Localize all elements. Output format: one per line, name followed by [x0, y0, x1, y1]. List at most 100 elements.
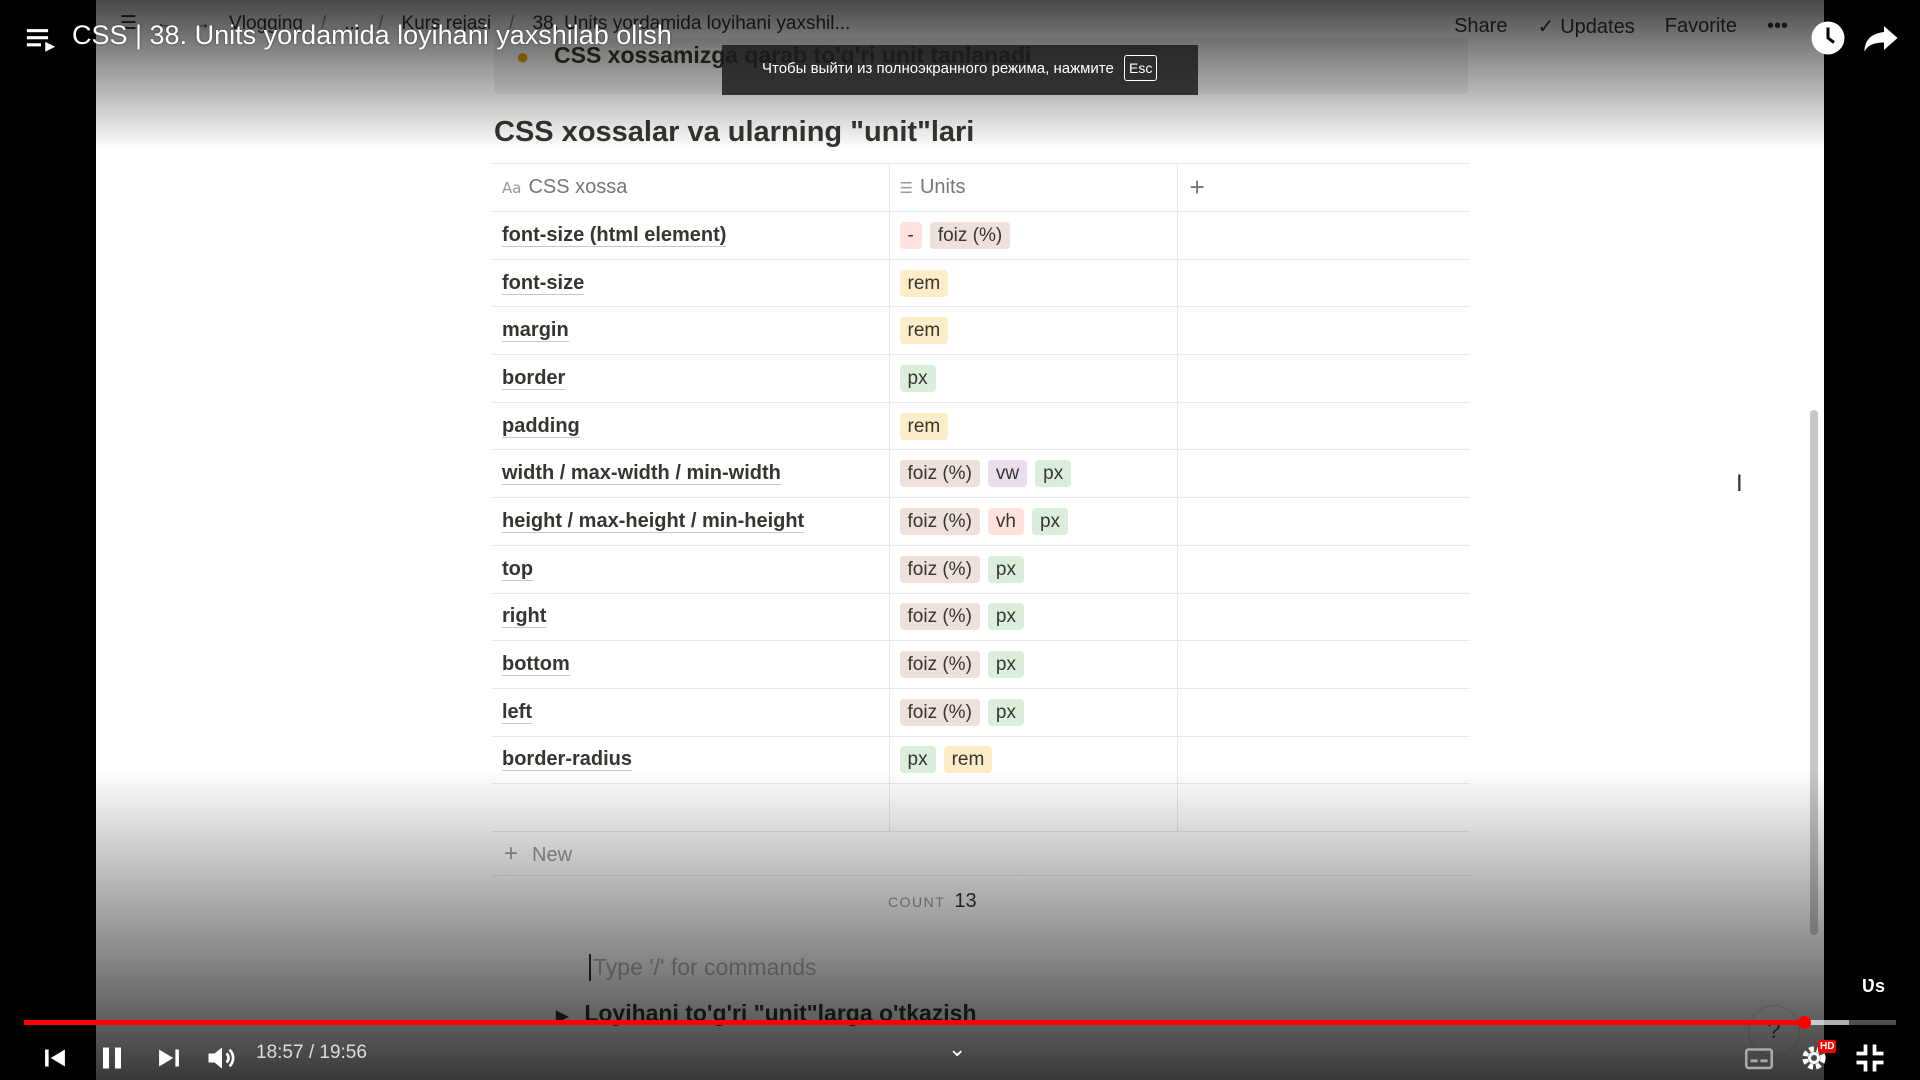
property-name[interactable]: border-radius — [502, 748, 633, 772]
empty-cell[interactable] — [1176, 402, 1470, 451]
property-name[interactable]: padding — [502, 414, 580, 438]
table-row[interactable]: right foiz (%) px — [492, 593, 1470, 642]
table-row[interactable]: font-size (html element) - foiz (%) — [492, 211, 1470, 260]
chevron-down-icon[interactable]: ⌄ — [948, 1036, 966, 1062]
subtitles-button[interactable] — [1742, 1040, 1776, 1076]
video-title[interactable]: CSS | 38. Units yordamida loyihani yaxsh… — [72, 20, 672, 51]
empty-cell[interactable] — [1176, 688, 1470, 737]
channel-watermark-icon[interactable]: Ʋs — [1862, 976, 1885, 997]
volume-button[interactable] — [204, 1040, 240, 1076]
updates-button[interactable]: ✓ Updates — [1537, 14, 1634, 39]
units-cell[interactable]: px rem — [888, 736, 1177, 785]
units-cell[interactable]: foiz (%) px — [888, 688, 1177, 737]
property-name[interactable]: left — [502, 700, 532, 724]
units-cell[interactable]: foiz (%) px — [888, 640, 1177, 689]
unit-tag: vh — [987, 507, 1024, 535]
property-cell[interactable]: font-size (html element) — [492, 211, 889, 260]
property-name[interactable]: height / max-height / min-height — [502, 509, 805, 533]
column-header-css-xossa[interactable]: Aa CSS xossa — [492, 163, 889, 212]
units-cell[interactable]: - foiz (%) — [888, 211, 1177, 260]
units-cell[interactable]: rem — [888, 306, 1177, 356]
column-label: CSS xossa — [528, 176, 628, 198]
next-button[interactable] — [152, 1040, 186, 1076]
unit-tag: px — [987, 651, 1024, 679]
property-cell[interactable]: padding — [492, 402, 889, 451]
volume-icon — [208, 1047, 235, 1069]
units-cell[interactable]: foiz (%) px — [888, 545, 1177, 594]
table-row[interactable]: top foiz (%) px — [492, 545, 1470, 594]
property-name[interactable]: top — [502, 557, 534, 581]
share-button[interactable]: Share — [1454, 15, 1507, 38]
property-cell[interactable]: margin — [492, 306, 889, 356]
unit-tag: rem — [899, 317, 949, 345]
empty-cell[interactable] — [1176, 449, 1470, 499]
table-row[interactable]: font-size rem — [492, 259, 1470, 308]
table-row[interactable]: left foiz (%) px — [492, 688, 1470, 737]
playlist-icon[interactable] — [24, 22, 58, 56]
units-cell[interactable]: rem — [888, 259, 1177, 308]
table-row[interactable]: width / max-width / min-width foiz (%) vw p… — [492, 449, 1470, 499]
table-row-empty[interactable] — [492, 783, 1470, 832]
property-name[interactable]: border — [502, 366, 566, 390]
add-column-button[interactable]: + — [1176, 163, 1470, 212]
video-player[interactable]: ☰ ← → Vlogging / ... / Kurs rejasi / 38.… — [0, 0, 1920, 1080]
count-summary[interactable]: COUNT 13 — [888, 890, 977, 913]
database-title[interactable]: CSS xossalar va ularning "unit"lari — [494, 116, 974, 149]
table-row[interactable]: height / max-height / min-height foiz (%)… — [492, 497, 1470, 546]
unit-tag: px — [1031, 507, 1069, 535]
table-row[interactable]: border-radius px rem — [492, 736, 1470, 785]
progress-bar[interactable] — [24, 1016, 1896, 1029]
property-name[interactable]: right — [502, 605, 547, 629]
property-name[interactable]: width / max-width / min-width — [502, 462, 781, 486]
table-row[interactable]: margin rem — [492, 306, 1470, 356]
table-body: font-size (html element) - foiz (%) font-si… — [492, 211, 1470, 832]
property-name[interactable]: font-size — [502, 271, 585, 295]
property-cell[interactable]: width / max-width / min-width — [492, 449, 889, 499]
property-cell[interactable]: left — [492, 688, 889, 737]
empty-cell[interactable] — [1176, 736, 1470, 785]
property-cell[interactable]: right — [492, 593, 889, 642]
empty-cell[interactable] — [1176, 593, 1470, 642]
empty-cell[interactable] — [1176, 783, 1470, 832]
page-scrollbar[interactable] — [1810, 410, 1818, 935]
property-name[interactable]: bottom — [502, 653, 570, 677]
watch-later-icon[interactable] — [1810, 20, 1846, 56]
column-header-units[interactable]: ☰ Units — [888, 163, 1177, 212]
exit-fullscreen-button[interactable] — [1852, 1040, 1888, 1076]
empty-cell[interactable] — [1176, 497, 1470, 546]
property-cell[interactable]: font-size — [492, 259, 889, 308]
favorite-button[interactable]: Favorite — [1665, 15, 1737, 38]
property-cell[interactable]: height / max-height / min-height — [492, 497, 889, 546]
empty-cell[interactable] — [1176, 640, 1470, 689]
property-cell[interactable]: border-radius — [492, 736, 889, 785]
empty-cell[interactable] — [1176, 545, 1470, 594]
unit-tag: - — [899, 221, 922, 249]
units-cell[interactable]: px — [888, 354, 1177, 403]
empty-cell[interactable] — [1176, 354, 1470, 403]
empty-cell[interactable] — [492, 783, 889, 832]
property-cell[interactable]: top — [492, 545, 889, 594]
more-icon[interactable]: ••• — [1767, 15, 1788, 38]
units-cell[interactable]: foiz (%) vh px — [888, 497, 1177, 546]
empty-cell[interactable] — [1176, 259, 1470, 308]
share-icon[interactable] — [1862, 20, 1900, 56]
previous-button[interactable] — [38, 1040, 72, 1076]
plus-icon: + — [504, 840, 519, 867]
new-row-button[interactable]: + New — [492, 830, 1470, 876]
property-name[interactable]: font-size (html element) — [502, 223, 727, 247]
scrubber-handle[interactable] — [1797, 1016, 1811, 1029]
property-cell[interactable]: bottom — [492, 640, 889, 689]
units-cell[interactable]: rem — [888, 402, 1177, 451]
command-input[interactable]: Type '/' for commands — [589, 954, 817, 981]
empty-cell[interactable] — [1176, 306, 1470, 356]
pause-button[interactable] — [94, 1040, 130, 1076]
units-cell[interactable]: foiz (%) px — [888, 593, 1177, 642]
empty-cell[interactable] — [1176, 211, 1470, 260]
property-cell[interactable]: border — [492, 354, 889, 403]
empty-cell[interactable] — [888, 783, 1177, 832]
table-row[interactable]: bottom foiz (%) px — [492, 640, 1470, 689]
table-row[interactable]: padding rem — [492, 402, 1470, 451]
units-cell[interactable]: foiz (%) vw px — [888, 449, 1177, 499]
property-name[interactable]: margin — [502, 319, 569, 343]
table-row[interactable]: border px — [492, 354, 1470, 403]
